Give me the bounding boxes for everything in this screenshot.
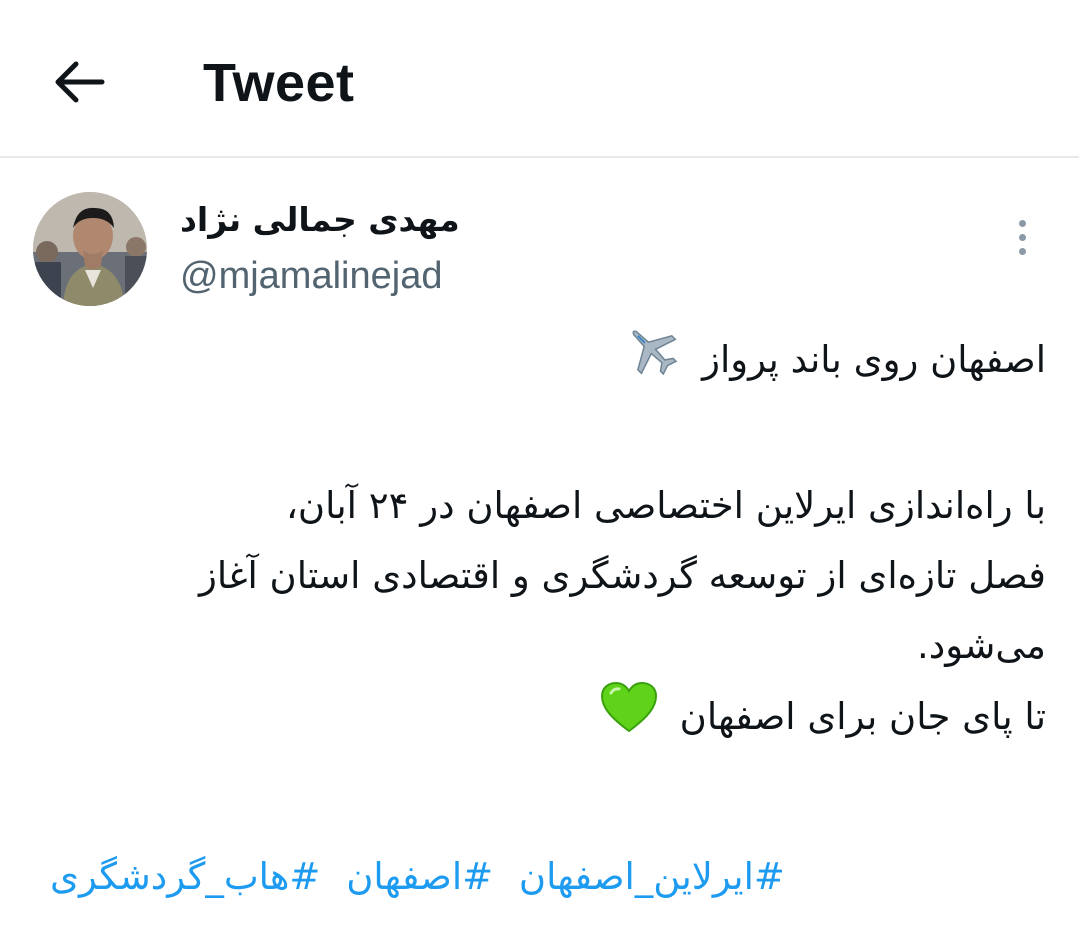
tweet-line-3: فصل تازه‌ای از توسعه گردشگری و اقتصادی ا…	[199, 554, 1046, 597]
hashtag-link[interactable]: #اصفهان	[346, 855, 493, 898]
more-options-button[interactable]	[1005, 216, 1041, 260]
tweet-line-2: با راه‌اندازی ایرلاین اختصاصی اصفهان در …	[285, 484, 1046, 527]
author-block: مهدی جمالی نژاد @mjamalinejad	[180, 196, 460, 300]
tweet-line-1: اصفهان روی باند پرواز	[36, 322, 1046, 401]
profile-photo	[33, 192, 147, 306]
arrow-left-icon	[55, 61, 105, 103]
hashtag-link[interactable]: #ایرلاین_اصفهان	[519, 855, 785, 898]
author-display-name[interactable]: مهدی جمالی نژاد	[180, 196, 460, 244]
tweet-line-5: تا پای جان برای اصفهان	[36, 681, 1046, 756]
hashtag-list: #ایرلاین_اصفهان #اصفهان #هاب_گردشگری	[36, 842, 1046, 912]
green-heart-icon	[600, 681, 658, 756]
page-title: Tweet	[203, 53, 355, 113]
tweet-line-4: می‌شود.	[916, 624, 1046, 667]
more-vertical-icon	[1019, 220, 1026, 227]
author-handle[interactable]: @mjamalinejad	[180, 252, 460, 300]
top-bar: Tweet	[0, 0, 1079, 158]
hashtag-link[interactable]: #هاب_گردشگری	[50, 855, 320, 898]
avatar[interactable]	[33, 192, 147, 306]
airplane-icon	[624, 322, 680, 401]
back-button[interactable]	[50, 52, 110, 112]
tweet-text: اصفهان روی باند پرواز با راه‌اندازی ایرل…	[36, 322, 1046, 756]
